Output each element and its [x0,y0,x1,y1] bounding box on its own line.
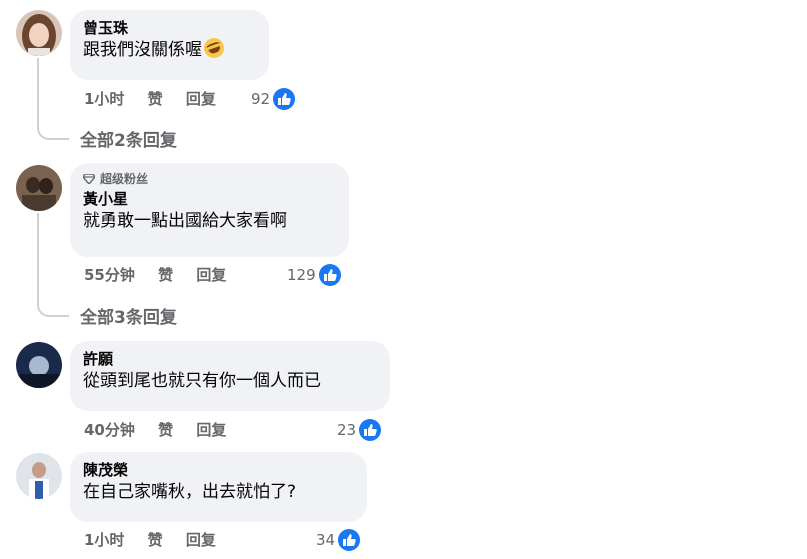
comment-bubble: 許願 從頭到尾也就只有你一個人而已 [70,341,390,411]
comment-bubble: 陳茂榮 在自己家嘴秋，出去就怕了? [70,452,367,522]
like-button[interactable]: 赞 [158,266,173,284]
timestamp[interactable]: 1小时 [84,90,124,108]
comment-bubble: 超级粉丝 黃小星 就勇敢一點出國給大家看啊 [70,163,349,257]
fan-badge: 超级粉丝 [83,171,336,187]
comment-actions: 40分钟 赞 回复 [84,420,244,440]
thread-line [37,58,69,140]
like-count[interactable]: 34 [316,529,361,551]
comment-text: 跟我們沒關係喔 [83,35,256,62]
like-button[interactable]: 赞 [158,421,173,439]
comment-actions: 55分钟 赞 回复 [84,265,244,285]
fan-badge-label: 超级粉丝 [100,172,149,186]
comment-bubble: 曾玉珠 跟我們沒關係喔 [70,10,269,80]
comment-text: 在自己家嘴秋，出去就怕了? [83,482,297,502]
like-count[interactable]: 92 [251,88,296,110]
rolling-laughing-emoji-icon [201,35,227,61]
thumbs-up-icon [273,88,296,110]
comment-text-content: 跟我們沒關係喔 [83,40,202,60]
comment-text: 從頭到尾也就只有你一個人而已 [83,371,321,391]
like-count[interactable]: 129 [287,264,341,286]
avatar[interactable] [16,342,62,388]
reply-button[interactable]: 回复 [186,531,216,549]
comment-actions: 1小时 赞 回复 [84,89,234,109]
author-name[interactable]: 陳茂榮 [83,460,354,480]
view-replies-link[interactable]: 全部3条回复 [80,303,177,328]
view-replies-link[interactable]: 全部2条回复 [80,126,177,151]
like-count[interactable]: 23 [337,419,382,441]
reply-button[interactable]: 回复 [196,266,226,284]
thread-line [37,213,69,317]
like-count-value: 92 [251,90,271,108]
author-name[interactable]: 黃小星 [83,189,336,209]
thumbs-up-icon [338,529,361,551]
author-name[interactable]: 曾玉珠 [83,18,256,38]
like-count-value: 129 [287,266,316,284]
comment-actions: 1小时 赞 回复 [84,530,234,550]
timestamp[interactable]: 1小时 [84,531,124,549]
thumbs-up-icon [318,264,341,286]
like-button[interactable]: 赞 [148,90,163,108]
diamond-icon [83,174,95,184]
author-name[interactable]: 許願 [83,349,377,369]
timestamp[interactable]: 40分钟 [84,421,135,439]
thumbs-up-icon [359,419,382,441]
avatar[interactable] [16,10,62,56]
like-button[interactable]: 赞 [148,531,163,549]
like-count-value: 23 [337,421,357,439]
reply-button[interactable]: 回复 [186,90,216,108]
timestamp[interactable]: 55分钟 [84,266,135,284]
avatar[interactable] [16,453,62,499]
avatar[interactable] [16,165,62,211]
reply-button[interactable]: 回复 [196,421,226,439]
like-count-value: 34 [316,531,336,549]
comment-text: 就勇敢一點出國給大家看啊 [83,211,287,231]
